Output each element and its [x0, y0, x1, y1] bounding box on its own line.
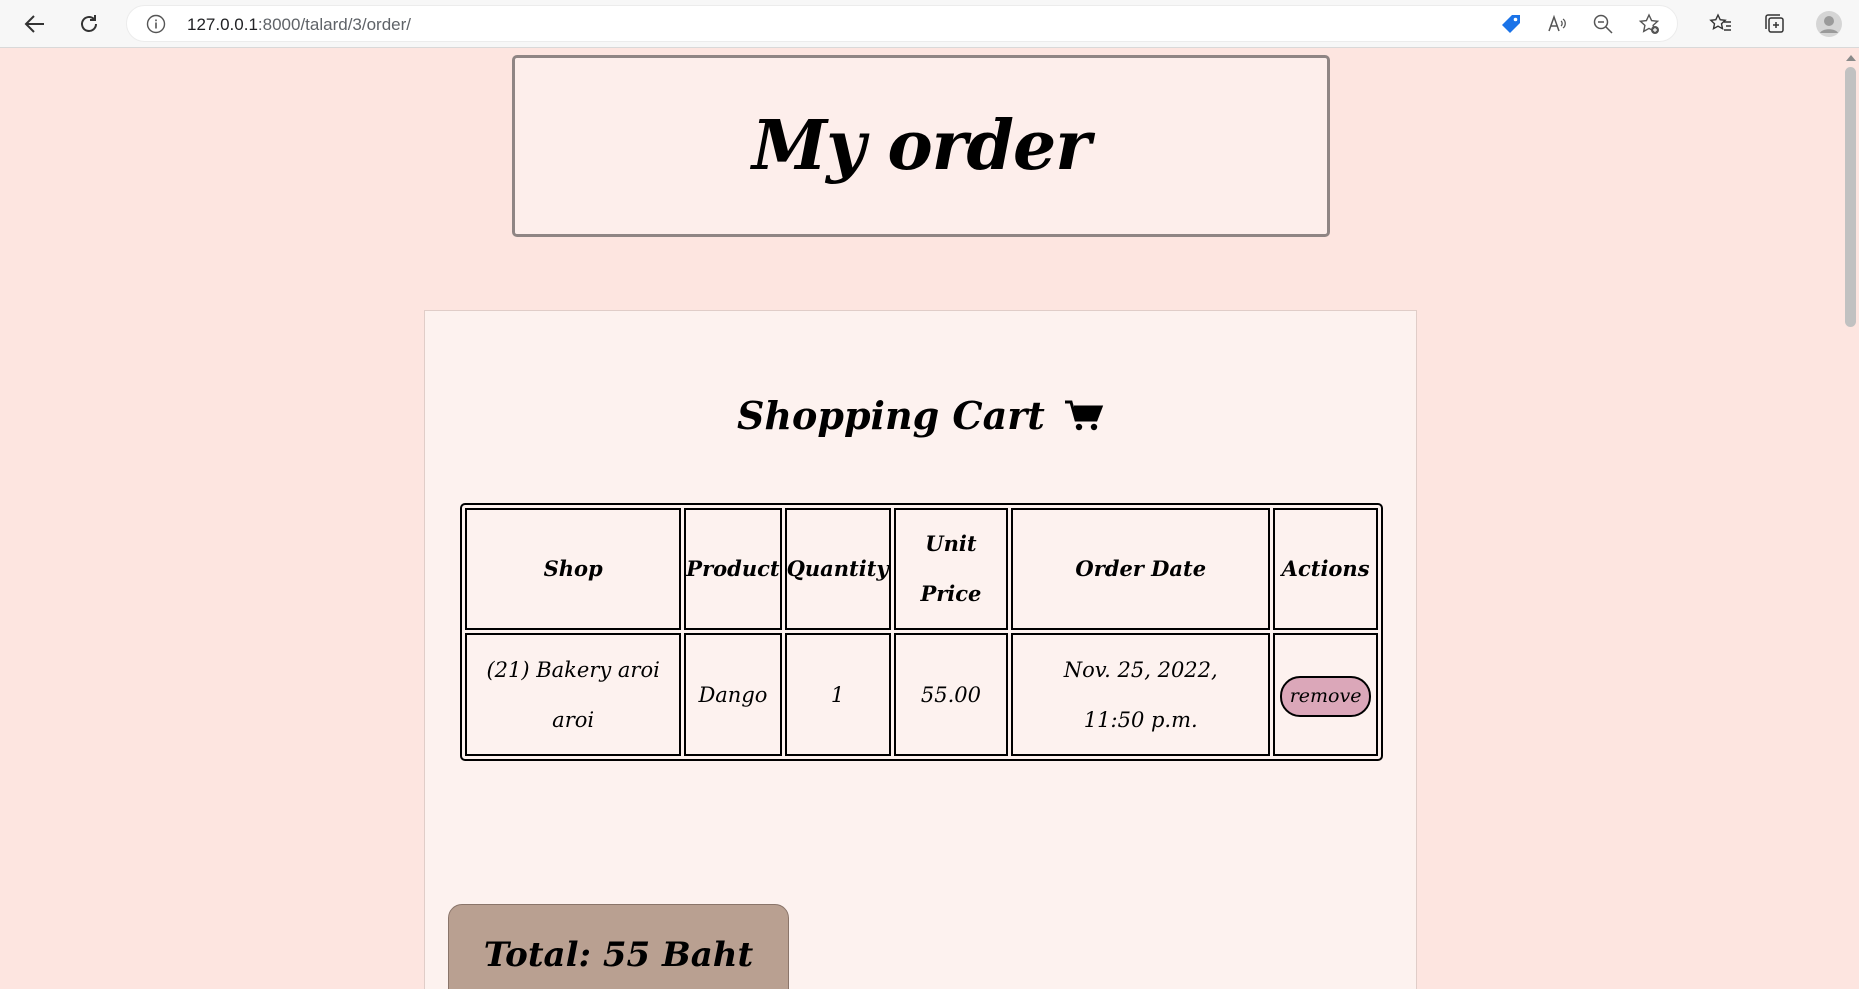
- cell-actions: remove: [1273, 633, 1378, 756]
- shopping-tag-icon[interactable]: [1499, 12, 1523, 36]
- collections-icon[interactable]: [1759, 8, 1791, 40]
- table-header-row: Shop Product Quantity Unit Price Order D…: [465, 508, 1378, 630]
- favorite-add-icon[interactable]: [1637, 12, 1661, 36]
- back-button[interactable]: [19, 8, 51, 40]
- favorites-icon[interactable]: [1705, 8, 1737, 40]
- read-aloud-icon[interactable]: [1545, 12, 1569, 36]
- cart-heading: Shopping Cart: [425, 393, 1416, 442]
- total-box: Total: 55 Baht: [448, 904, 789, 989]
- cell-quantity: 1: [784, 633, 891, 756]
- scrollbar-thumb[interactable]: [1845, 67, 1856, 327]
- url-path: :8000/talard/3/order/: [257, 15, 412, 34]
- title-box: My order: [512, 55, 1330, 237]
- cart-title-text: Shopping Cart: [736, 393, 1045, 438]
- column-header-quantity: Quantity: [784, 508, 891, 630]
- cart-card: Shopping Cart Shop Product Quantity Unit…: [424, 310, 1417, 989]
- column-header-order-date: Order Date: [1011, 508, 1271, 630]
- scroll-up-arrow-icon[interactable]: [1846, 55, 1856, 61]
- column-header-unit-price: Unit Price: [893, 508, 1009, 630]
- cell-product: Dango: [684, 633, 782, 756]
- shopping-cart-icon: [1064, 397, 1104, 442]
- page-scrollbar[interactable]: [1842, 49, 1859, 989]
- page-content: My order Shopping Cart Shop Product Quan…: [0, 49, 1842, 989]
- column-header-product: Product: [684, 508, 782, 630]
- zoom-out-icon[interactable]: [1591, 12, 1615, 36]
- reload-icon: [81, 15, 97, 32]
- cell-shop: (21) Bakery aroi aroi: [465, 633, 682, 756]
- cell-unit-price: 55.00: [893, 633, 1009, 756]
- reload-button[interactable]: [73, 8, 105, 40]
- url-host: 127.0.0.1: [187, 15, 258, 34]
- page-title: My order: [751, 106, 1091, 186]
- browser-toolbar: 127.0.0.1:8000/talard/3/order/: [0, 0, 1859, 48]
- cart-table: Shop Product Quantity Unit Price Order D…: [460, 503, 1383, 761]
- profile-avatar-icon[interactable]: [1813, 8, 1845, 40]
- info-icon[interactable]: [146, 14, 166, 34]
- url-text[interactable]: 127.0.0.1:8000/talard/3/order/: [187, 6, 411, 43]
- remove-button[interactable]: remove: [1279, 675, 1372, 717]
- cell-order-date: Nov. 25, 2022, 11:50 p.m.: [1011, 633, 1271, 756]
- column-header-actions: Actions: [1273, 508, 1378, 630]
- table-row: (21) Bakery aroi aroi Dango 1 55.00 Nov.…: [465, 633, 1378, 756]
- address-bar[interactable]: 127.0.0.1:8000/talard/3/order/: [126, 5, 1678, 42]
- column-header-shop: Shop: [465, 508, 682, 630]
- back-arrow-icon: [24, 15, 44, 33]
